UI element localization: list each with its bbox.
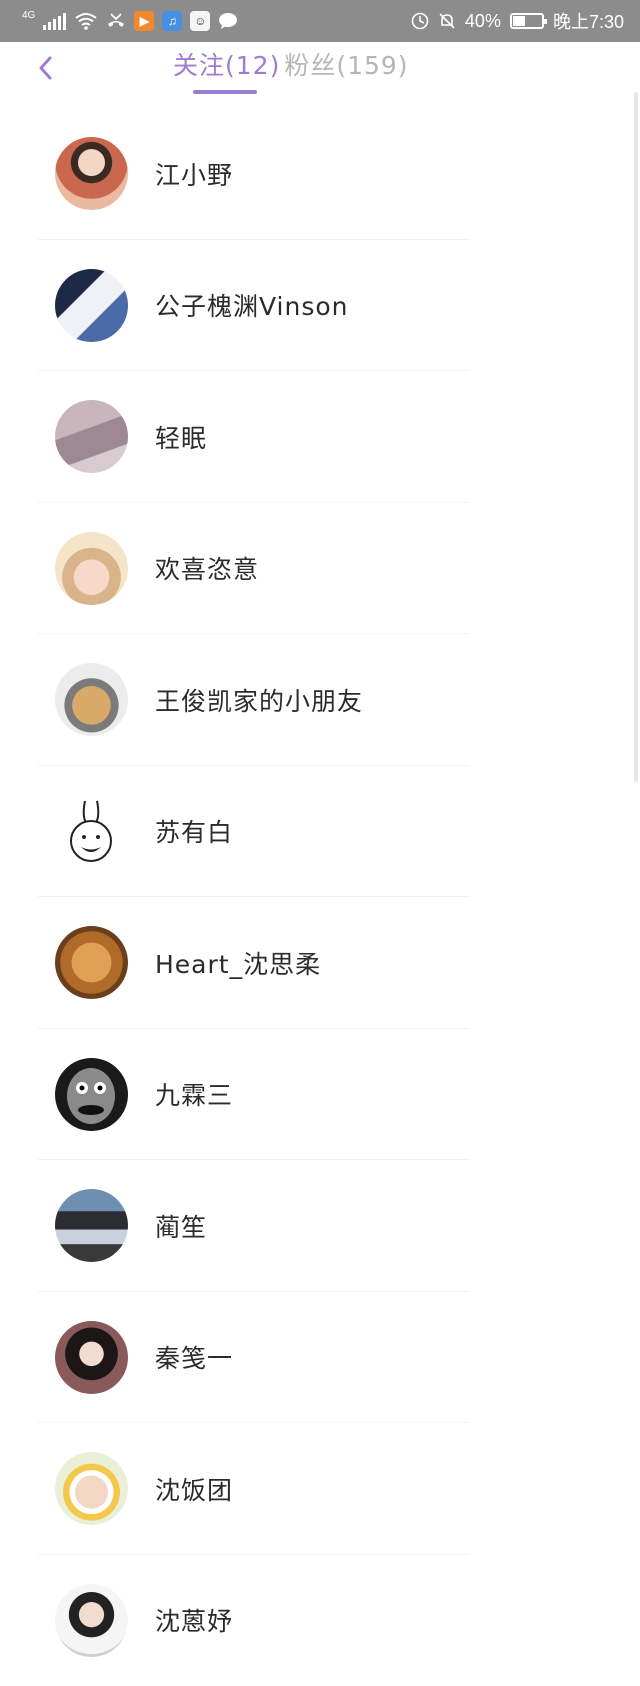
- battery-percent: 40%: [465, 11, 501, 32]
- following-list: 江小野 公子槐渊Vinson 轻眠 欢喜恣意 王俊凯家的小朋友 苏有白 Hear…: [0, 108, 640, 1686]
- user-name: 苏有白: [155, 813, 233, 849]
- music-app-icon: ♫: [162, 11, 182, 31]
- list-item[interactable]: Heart_沈思柔: [0, 897, 640, 1029]
- avatar[interactable]: [55, 663, 128, 736]
- wifi-icon: [74, 12, 98, 30]
- list-item[interactable]: 九霖三: [0, 1029, 640, 1161]
- clock: 晚上7:30: [553, 8, 624, 34]
- avatar[interactable]: [55, 137, 128, 210]
- tab-followers-label: 粉丝(159): [284, 51, 408, 80]
- list-item[interactable]: 公子槐渊Vinson: [0, 240, 640, 372]
- missed-call-icon: [106, 12, 126, 30]
- avatar[interactable]: [55, 1189, 128, 1262]
- list-item[interactable]: 轻眠: [0, 371, 640, 503]
- avatar[interactable]: [55, 1584, 128, 1657]
- tab-followers[interactable]: 粉丝(159): [284, 46, 408, 94]
- avatar[interactable]: [55, 532, 128, 605]
- signal-icon: [43, 12, 66, 30]
- user-name: 王俊凯家的小朋友: [155, 682, 363, 718]
- list-item[interactable]: 蔺笙: [0, 1160, 640, 1292]
- list-item[interactable]: 王俊凯家的小朋友: [0, 634, 640, 766]
- status-bar-right: 40% 晚上7:30: [411, 8, 624, 34]
- list-item[interactable]: 苏有白: [0, 766, 640, 898]
- user-name: 秦笺一: [155, 1339, 233, 1375]
- list-item[interactable]: 秦笺一: [0, 1292, 640, 1424]
- avatar[interactable]: [55, 795, 128, 868]
- qq-app-icon: ☺: [190, 11, 210, 31]
- scary-face: [55, 1058, 128, 1131]
- avatar[interactable]: [55, 400, 128, 473]
- user-name: 公子槐渊Vinson: [155, 287, 349, 323]
- avatar[interactable]: [55, 926, 128, 999]
- list-item[interactable]: 沈蒽妤: [0, 1555, 640, 1686]
- active-tab-indicator: [193, 90, 257, 94]
- status-bar-left: 4G ▶ ♫ ☺: [22, 11, 238, 31]
- list-item[interactable]: 沈饭团: [0, 1423, 640, 1555]
- data-saver-icon: [411, 12, 429, 30]
- avatar[interactable]: [55, 1058, 128, 1131]
- avatar[interactable]: [55, 269, 128, 342]
- status-bar: 4G ▶ ♫ ☺ 40% 晚上7:3: [0, 0, 640, 42]
- message-icon: [218, 12, 238, 30]
- user-name: 九霖三: [155, 1076, 233, 1112]
- battery-icon: [510, 13, 544, 29]
- user-name: 沈蒽妤: [155, 1602, 233, 1638]
- user-name: 沈饭团: [155, 1471, 233, 1507]
- list-item[interactable]: 江小野: [0, 108, 640, 240]
- back-button[interactable]: [30, 50, 60, 86]
- user-name: 欢喜恣意: [155, 550, 259, 586]
- tab-following[interactable]: 关注(12): [173, 46, 280, 94]
- user-name: Heart_沈思柔: [155, 945, 321, 981]
- video-app-icon: ▶: [134, 11, 154, 31]
- tab-bar: 关注(12) 粉丝(159): [173, 46, 409, 94]
- tab-following-label: 关注(12): [173, 51, 280, 80]
- rabbit-doodle: [55, 795, 128, 868]
- network-type: 4G: [22, 10, 35, 21]
- list-item[interactable]: 欢喜恣意: [0, 503, 640, 635]
- nav-bar: 关注(12) 粉丝(159): [0, 42, 640, 98]
- avatar[interactable]: [55, 1452, 128, 1525]
- user-name: 江小野: [155, 156, 233, 192]
- avatar[interactable]: [55, 1321, 128, 1394]
- user-name: 蔺笙: [155, 1208, 207, 1244]
- chevron-left-icon: [37, 55, 53, 81]
- user-name: 轻眠: [155, 419, 207, 455]
- mute-bell-icon: [438, 12, 456, 30]
